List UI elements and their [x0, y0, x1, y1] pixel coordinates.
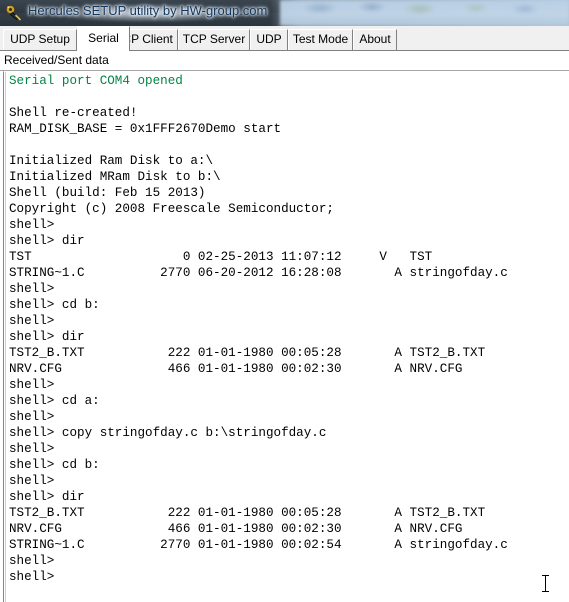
terminal-line: TST2_B.TXT 222 01-01-1980 00:05:28 A TST… [9, 506, 486, 520]
terminal-output-text[interactable]: Serial port COM4 opened Shell re-created!… [9, 73, 569, 602]
received-sent-data-label: Received/Sent data [4, 53, 109, 67]
terminal-line: shell> [9, 314, 55, 328]
tab-about[interactable]: About [353, 29, 397, 50]
terminal-line: shell> [9, 442, 55, 456]
terminal-line: NRV.CFG 466 01-01-1980 00:02:30 A NRV.CF… [9, 522, 463, 536]
terminal-line: shell> cd a: [9, 394, 100, 408]
tab-tcp-server[interactable]: TCP Server [178, 29, 250, 50]
tab-test-mode[interactable]: Test Mode [288, 29, 353, 50]
terminal-line: shell> [9, 554, 55, 568]
terminal-line: shell> cd b: [9, 298, 100, 312]
terminal-line: shell> [9, 474, 55, 488]
terminal-line: Shell (build: Feb 15 2013) [9, 186, 206, 200]
tab-serial[interactable]: Serial [77, 26, 130, 51]
terminal-line: shell> copy stringofday.c b:\stringofday… [9, 426, 327, 440]
terminal-line: STRING~1.C 2770 06-20-2012 16:28:08 A st… [9, 266, 508, 280]
terminal-line: TST2_B.TXT 222 01-01-1980 00:05:28 A TST… [9, 346, 486, 360]
terminal-line: Initialized Ram Disk to a:\ [9, 154, 214, 168]
terminal-line: STRING~1.C 2770 01-01-1980 00:02:54 A st… [9, 538, 508, 552]
terminal-line: shell> dir [9, 234, 85, 248]
terminal-line: shell> cd b: [9, 458, 100, 472]
terminal-line: shell> dir [9, 330, 85, 344]
terminal-line: shell> [9, 282, 55, 296]
tab-udp-setup[interactable]: UDP Setup [3, 29, 77, 50]
terminal-line: Serial port COM4 opened [9, 74, 183, 88]
window-title-bar[interactable]: Hercules SETUP utility by HW-group.com [0, 0, 569, 26]
terminal-line: Copyright (c) 2008 Freescale Semiconduct… [9, 202, 334, 216]
terminal-output-box[interactable]: Serial port COM4 opened Shell re-created!… [3, 71, 569, 602]
terminal-inner-bevel [5, 72, 6, 602]
terminal-line: shell> dir [9, 490, 85, 504]
terminal-line: RAM_DISK_BASE = 0x1FFF2670Demo start [9, 122, 282, 136]
terminal-line: Shell re-created! [9, 106, 138, 120]
hercules-app-icon [5, 4, 21, 21]
window-title: Hercules SETUP utility by HW-group.com [28, 3, 268, 18]
terminal-line: shell> [9, 570, 55, 584]
terminal-line: Initialized MRam Disk to b:\ [9, 170, 221, 184]
tab-udp[interactable]: UDP [250, 29, 288, 50]
terminal-line: TST 0 02-25-2013 11:07:12 V TST [9, 250, 433, 264]
aero-glass-blur [280, 0, 569, 26]
client-area: UDP Setup TCP Client TCP Server UDP Test… [0, 26, 569, 602]
terminal-line: shell> [9, 378, 55, 392]
i-beam-text-cursor [541, 574, 550, 593]
terminal-line: shell> [9, 218, 55, 232]
terminal-line: NRV.CFG 466 01-01-1980 00:02:30 A NRV.CF… [9, 362, 463, 376]
terminal-line: shell> [9, 410, 55, 424]
tab-strip: UDP Setup TCP Client TCP Server UDP Test… [0, 26, 569, 51]
